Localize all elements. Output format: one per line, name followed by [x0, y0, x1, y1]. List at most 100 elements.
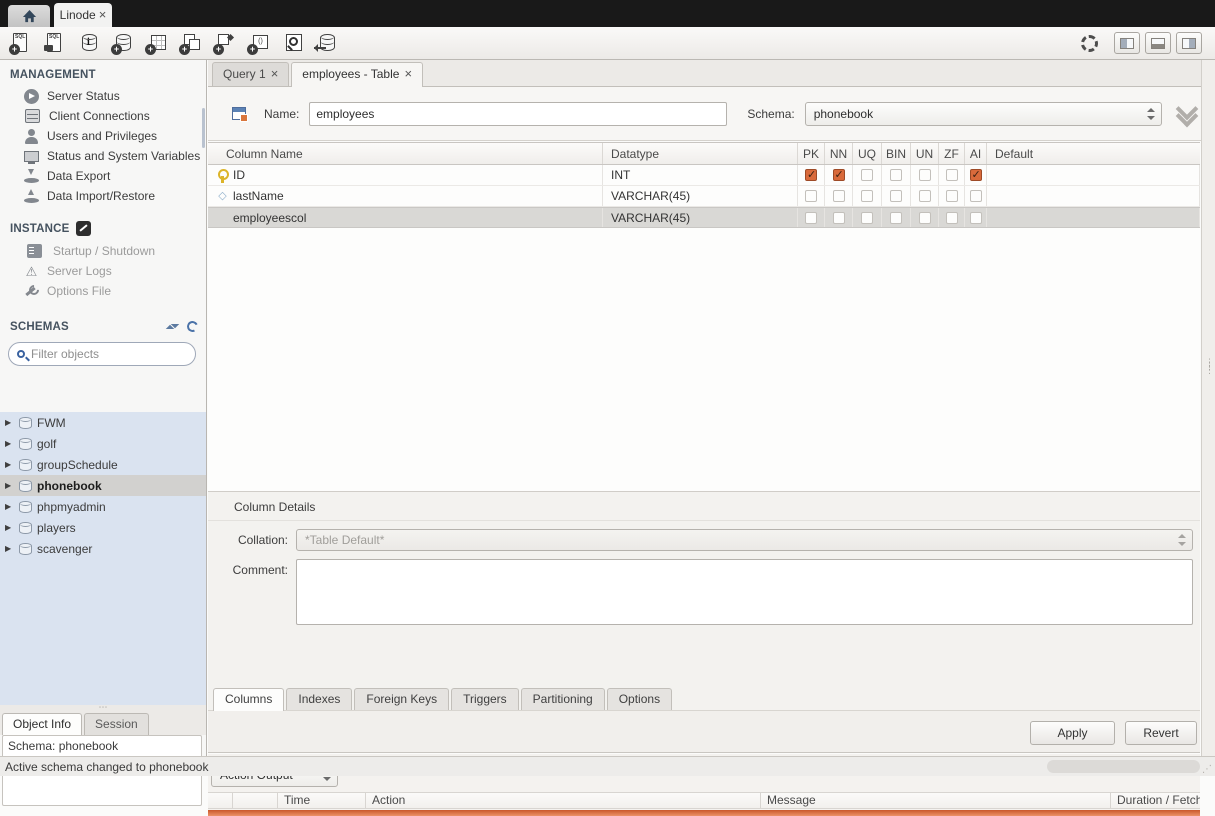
sidebar-item-server-logs[interactable]: Server Logs — [0, 261, 206, 281]
sidebar-item-startup-shutdown[interactable]: Startup / Shutdown — [0, 241, 206, 261]
sidebar-item-data-export[interactable]: Data Export — [0, 166, 206, 186]
tab-triggers[interactable]: Triggers — [451, 688, 519, 710]
pk-checkbox[interactable] — [805, 190, 817, 202]
toggle-bottom-panel-icon[interactable] — [1145, 32, 1171, 54]
sidebar-item-server-status[interactable]: Server Status — [0, 86, 206, 106]
collation-select[interactable]: *Table Default* — [296, 529, 1193, 551]
nn-checkbox[interactable] — [833, 169, 845, 181]
zf-checkbox[interactable] — [946, 190, 958, 202]
grid-header-cell[interactable]: NN — [825, 143, 853, 164]
search-table-data-icon[interactable] — [280, 31, 306, 56]
apply-button[interactable]: Apply — [1030, 721, 1115, 745]
create-table-icon[interactable] — [144, 31, 170, 56]
expander-icon[interactable]: ▶ — [5, 481, 14, 490]
datatype-cell[interactable]: VARCHAR(45) — [603, 208, 798, 227]
expander-icon[interactable]: ▶ — [5, 523, 14, 532]
database-sync-icon[interactable] — [314, 31, 340, 56]
uq-checkbox[interactable] — [861, 190, 873, 202]
grid-header-cell[interactable]: AI — [965, 143, 987, 164]
pk-checkbox[interactable] — [805, 169, 817, 181]
schema-item-players[interactable]: ▶players — [0, 517, 206, 538]
sidebar-item-client-connections[interactable]: Client Connections — [0, 106, 206, 126]
tab-options[interactable]: Options — [607, 688, 672, 710]
open-sql-script-icon[interactable] — [42, 31, 68, 56]
output-header-cell[interactable]: Duration / Fetch — [1111, 793, 1200, 808]
default-cell[interactable] — [987, 186, 1200, 206]
grid-header-cell[interactable]: Column Name — [208, 143, 603, 164]
grid-header-cell[interactable]: Datatype — [603, 143, 798, 164]
zf-checkbox[interactable] — [946, 212, 958, 224]
zf-checkbox[interactable] — [946, 169, 958, 181]
bin-checkbox[interactable] — [890, 169, 902, 181]
create-function-icon[interactable] — [246, 31, 272, 56]
expander-icon[interactable]: ▶ — [5, 418, 14, 427]
window-resize-grip[interactable]: ⋰ — [1202, 764, 1213, 775]
nn-checkbox[interactable] — [833, 212, 845, 224]
tab-object-info[interactable]: Object Info — [2, 713, 82, 735]
create-procedure-icon[interactable] — [212, 31, 238, 56]
preferences-gear-icon[interactable] — [1081, 35, 1098, 52]
expand-schemas-icon[interactable] — [166, 320, 179, 333]
column-name-cell[interactable]: lastName — [208, 186, 603, 206]
expander-icon[interactable]: ▶ — [5, 460, 14, 469]
schema-filter-box[interactable]: Filter objects — [8, 342, 196, 366]
tab-partitioning[interactable]: Partitioning — [521, 688, 605, 710]
column-name-cell[interactable]: ID — [208, 165, 603, 185]
connection-tab[interactable]: Linode × — [54, 3, 112, 27]
sidebar-item-users-and-privileges[interactable]: Users and Privileges — [0, 126, 206, 146]
uq-checkbox[interactable] — [861, 212, 873, 224]
table-name-input[interactable] — [309, 102, 727, 126]
expander-icon[interactable]: ▶ — [5, 544, 14, 553]
vertical-splitter-grip[interactable]: ⋮⋮⋮ — [1205, 360, 1214, 372]
tab-columns[interactable]: Columns — [213, 688, 284, 711]
grid-header-cell[interactable]: Default — [987, 143, 1200, 164]
datatype-cell[interactable]: VARCHAR(45) — [603, 186, 798, 206]
database-info-icon[interactable] — [76, 31, 102, 56]
grid-header-cell[interactable]: UQ — [853, 143, 882, 164]
schema-scrollbar[interactable] — [202, 108, 205, 148]
column-row-employeescol[interactable]: employeescolVARCHAR(45) — [208, 207, 1200, 228]
comment-textarea[interactable] — [296, 559, 1193, 625]
column-row-id[interactable]: IDINT — [208, 165, 1200, 186]
bin-checkbox[interactable] — [890, 212, 902, 224]
default-cell[interactable] — [987, 165, 1200, 185]
close-icon[interactable]: × — [271, 69, 279, 79]
pk-checkbox[interactable] — [805, 212, 817, 224]
close-icon[interactable]: × — [404, 69, 412, 79]
schema-select[interactable]: phonebook — [805, 102, 1162, 126]
tab-query-1[interactable]: Query 1 × — [212, 62, 289, 86]
output-header-cell[interactable]: Action — [366, 793, 761, 808]
schema-item-fwm[interactable]: ▶FWM — [0, 412, 206, 433]
create-schema-icon[interactable] — [110, 31, 136, 56]
home-tab[interactable] — [8, 5, 50, 27]
output-header-cell[interactable]: Message — [761, 793, 1111, 808]
un-checkbox[interactable] — [919, 212, 931, 224]
column-name-cell[interactable]: employeescol — [208, 208, 603, 227]
grid-header-cell[interactable]: ZF — [939, 143, 965, 164]
sidebar-item-options-file[interactable]: Options File — [0, 281, 206, 301]
grid-header-cell[interactable]: BIN — [882, 143, 911, 164]
tab-employees-table[interactable]: employees - Table × — [291, 62, 423, 87]
chevron-double-down-icon[interactable] — [1176, 103, 1198, 125]
grid-header-cell[interactable]: PK — [798, 143, 825, 164]
schema-item-groupschedule[interactable]: ▶groupSchedule — [0, 454, 206, 475]
schema-item-golf[interactable]: ▶golf — [0, 433, 206, 454]
schema-item-scavenger[interactable]: ▶scavenger — [0, 538, 206, 559]
output-header-cell[interactable] — [208, 793, 233, 808]
nn-checkbox[interactable] — [833, 190, 845, 202]
bin-checkbox[interactable] — [890, 190, 902, 202]
un-checkbox[interactable] — [919, 190, 931, 202]
tab-foreign-keys[interactable]: Foreign Keys — [354, 688, 449, 710]
grid-header-cell[interactable]: UN — [911, 143, 939, 164]
close-icon[interactable]: × — [99, 10, 107, 20]
ai-checkbox[interactable] — [970, 212, 982, 224]
datatype-cell[interactable]: INT — [603, 165, 798, 185]
default-cell[interactable] — [987, 208, 1200, 227]
toggle-right-sidebar-icon[interactable] — [1176, 32, 1202, 54]
schema-item-phonebook[interactable]: ▶phonebook — [0, 475, 206, 496]
uq-checkbox[interactable] — [861, 169, 873, 181]
column-row-lastname[interactable]: lastNameVARCHAR(45) — [208, 186, 1200, 207]
refresh-schemas-icon[interactable] — [185, 319, 199, 333]
new-sql-tab-icon[interactable] — [8, 31, 34, 56]
ai-checkbox[interactable] — [970, 169, 982, 181]
